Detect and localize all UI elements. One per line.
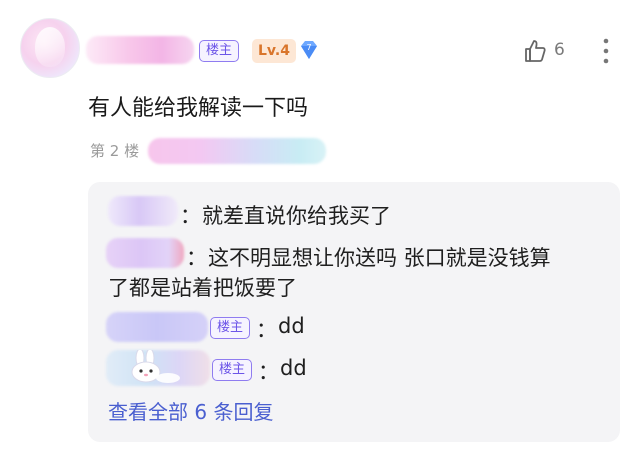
- reply-text[interactable]: 就差直说你给我买了: [202, 200, 391, 230]
- like-icon[interactable]: [524, 39, 546, 63]
- reply-username-blurred[interactable]: [106, 312, 208, 342]
- diamond-level-icon: 7: [297, 38, 321, 62]
- username-blurred[interactable]: [86, 36, 194, 64]
- reply-separator: ：: [256, 318, 277, 342]
- owner-badge: 楼主: [212, 359, 253, 381]
- reply-separator: ：: [258, 360, 279, 384]
- more-vertical-icon[interactable]: [600, 37, 612, 65]
- reply-text-line2[interactable]: 了都是站着把饭要了: [108, 272, 297, 302]
- owner-badge: 楼主: [210, 317, 251, 339]
- user-avatar[interactable]: [20, 18, 80, 78]
- reply-text-line1[interactable]: 这不明显想让你送吗 张口就是没钱算: [208, 242, 551, 272]
- reply-text[interactable]: dd: [278, 314, 305, 338]
- post-content: 有人能给我解读一下吗: [88, 96, 309, 121]
- gem-number: 7: [306, 43, 311, 52]
- bunny-avatar-frame: [122, 348, 184, 384]
- view-all-replies-link[interactable]: 查看全部 6 条回复: [108, 396, 273, 425]
- owner-badge: 楼主: [199, 40, 240, 62]
- floor-info-blurred: [148, 138, 326, 164]
- reply-username-blurred[interactable]: [108, 196, 178, 226]
- reply-separator: ：: [180, 204, 201, 228]
- like-count: 6: [554, 40, 565, 60]
- reply-username-blurred[interactable]: [106, 238, 184, 268]
- reply-text[interactable]: dd: [280, 356, 307, 380]
- floor-label: 第 2 楼: [90, 142, 140, 160]
- reply-separator: ：: [186, 246, 207, 270]
- level-badge: Lv.4: [252, 39, 296, 63]
